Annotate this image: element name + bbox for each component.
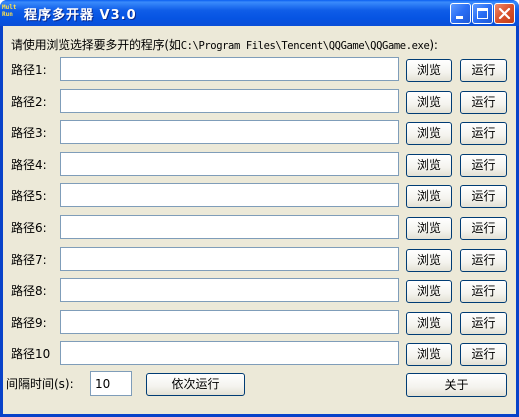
- path-input-1[interactable]: [60, 57, 399, 81]
- instruction-prefix: 请使用浏览选择要多开的程序(如: [11, 38, 181, 52]
- app-icon-text-top: Mult: [2, 4, 17, 11]
- path-input-4[interactable]: [60, 152, 399, 176]
- run-button-4[interactable]: 运行: [460, 154, 507, 177]
- path-input-10[interactable]: [60, 341, 399, 365]
- instruction-example-path: C:\Program Files\Tencent\QQGame\QQGame.e…: [180, 40, 430, 52]
- interval-input[interactable]: [90, 371, 132, 396]
- path-input-5[interactable]: [60, 183, 399, 207]
- maximize-icon: [477, 8, 488, 19]
- browse-button-7[interactable]: 浏览: [406, 249, 452, 272]
- run-button-9[interactable]: 运行: [460, 312, 507, 335]
- instruction-text: 请使用浏览选择要多开的程序(如C:\Program Files\Tencent\…: [11, 36, 438, 53]
- path-label-4: 路径4:: [11, 158, 47, 172]
- interval-label: 间隔时间(s):: [6, 377, 74, 391]
- path-input-7[interactable]: [60, 247, 399, 271]
- path-input-9[interactable]: [60, 310, 399, 334]
- path-label-1: 路径1:: [11, 63, 47, 77]
- path-label-5: 路径5:: [11, 189, 47, 203]
- browse-button-8[interactable]: 浏览: [406, 280, 452, 303]
- maximize-button[interactable]: [472, 3, 493, 24]
- multirun-app-icon: Mult Run: [2, 4, 18, 21]
- browse-button-5[interactable]: 浏览: [406, 185, 452, 208]
- browse-button-1[interactable]: 浏览: [406, 59, 452, 82]
- browse-button-4[interactable]: 浏览: [406, 154, 452, 177]
- path-input-8[interactable]: [60, 278, 399, 302]
- run-button-1[interactable]: 运行: [460, 59, 507, 82]
- path-label-3: 路径3:: [11, 126, 47, 140]
- instruction-suffix: ):: [429, 38, 438, 52]
- sequential-run-button[interactable]: 依次运行: [146, 373, 245, 396]
- run-button-2[interactable]: 运行: [460, 91, 507, 114]
- run-button-10[interactable]: 运行: [460, 343, 507, 366]
- path-input-2[interactable]: [60, 89, 399, 113]
- run-button-5[interactable]: 运行: [460, 185, 507, 208]
- browse-button-10[interactable]: 浏览: [406, 343, 452, 366]
- path-label-2: 路径2:: [11, 95, 47, 109]
- window-title: 程序多开器 V3.0: [24, 8, 137, 23]
- about-button[interactable]: 关于: [406, 373, 507, 397]
- run-button-6[interactable]: 运行: [460, 217, 507, 240]
- run-button-7[interactable]: 运行: [460, 249, 507, 272]
- app-icon-text-bottom: Run: [2, 11, 13, 18]
- close-icon: [498, 7, 511, 20]
- path-label-6: 路径6:: [11, 221, 47, 235]
- run-button-8[interactable]: 运行: [460, 280, 507, 303]
- close-button[interactable]: [494, 3, 515, 24]
- browse-button-6[interactable]: 浏览: [406, 217, 452, 240]
- path-input-3[interactable]: [60, 120, 399, 144]
- browse-button-9[interactable]: 浏览: [406, 312, 452, 335]
- path-label-9: 路径9:: [11, 316, 47, 330]
- title-bar[interactable]: Mult Run 程序多开器 V3.0: [0, 0, 519, 26]
- browse-button-3[interactable]: 浏览: [406, 122, 452, 145]
- browse-button-2[interactable]: 浏览: [406, 91, 452, 114]
- minimize-icon: [456, 16, 463, 19]
- path-label-7: 路径7:: [11, 253, 47, 267]
- run-button-3[interactable]: 运行: [460, 122, 507, 145]
- minimize-button[interactable]: [450, 3, 471, 24]
- path-label-8: 路径8:: [11, 284, 47, 298]
- path-label-10: 路径10: [11, 347, 51, 361]
- path-input-6[interactable]: [60, 215, 399, 239]
